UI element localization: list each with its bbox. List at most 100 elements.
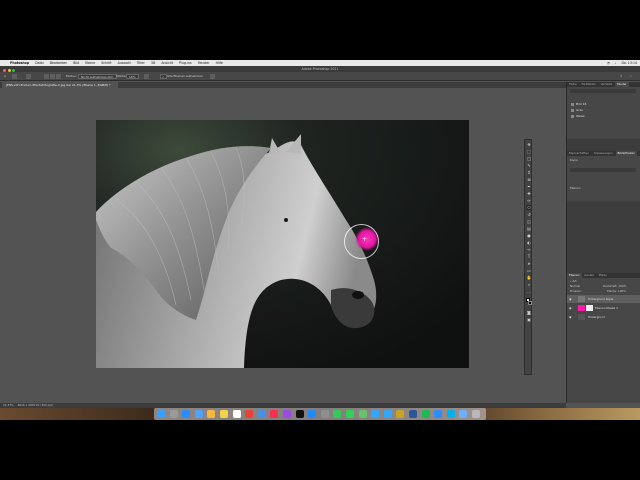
- color-swatches[interactable]: [526, 298, 532, 306]
- gradient-tool-icon[interactable]: ▤: [526, 226, 532, 231]
- spotify-icon[interactable]: [421, 410, 430, 418]
- calendar-icon[interactable]: [232, 410, 241, 418]
- menu-plugins[interactable]: Plug-ins: [179, 61, 192, 65]
- library-search-field[interactable]: [570, 168, 636, 172]
- sample-options[interactable]: [44, 72, 62, 80]
- search-icon[interactable]: ⌕: [615, 61, 617, 65]
- type-tool-icon[interactable]: T: [526, 254, 532, 259]
- pressure-icon[interactable]: [144, 72, 150, 80]
- healing-tool-icon[interactable]: ✚: [526, 191, 532, 196]
- finder-icon[interactable]: [157, 410, 165, 418]
- shape-tool-icon[interactable]: ▭: [526, 268, 532, 273]
- eyedropper-tool-icon[interactable]: ✒: [526, 184, 532, 189]
- podcasts-icon[interactable]: [283, 410, 291, 418]
- tab-farbfelder[interactable]: Farbfelder: [580, 82, 598, 86]
- marquee-tool-icon[interactable]: ⬚: [526, 149, 532, 154]
- blend-mode-select[interactable]: Normal: [570, 284, 580, 288]
- menu-ebene[interactable]: Ebene: [85, 61, 95, 65]
- tab-anpassungen[interactable]: Anpassungen: [592, 151, 615, 155]
- menu-bearbeiten[interactable]: Bearbeiten: [50, 61, 68, 65]
- search-panel-icon[interactable]: ⌕: [630, 72, 632, 80]
- files-icon[interactable]: [257, 410, 266, 418]
- sample-all-layers-checkbox[interactable]: ✓: [160, 72, 167, 80]
- tool-preset-picker[interactable]: [12, 72, 18, 80]
- visibility-eye-icon[interactable]: ◉: [569, 295, 572, 303]
- trash-icon[interactable]: [472, 410, 480, 418]
- document-tab[interactable]: JENS+KH-Enduro-Pferdefotografie-2.jpg be…: [2, 82, 118, 88]
- crop-tool-icon[interactable]: ⌗: [526, 170, 532, 175]
- history-brush-tool-icon[interactable]: ↺: [526, 212, 532, 217]
- safari-icon[interactable]: [182, 410, 191, 418]
- word-icon[interactable]: [409, 410, 417, 418]
- appstore-icon[interactable]: [308, 410, 317, 418]
- lightroom-icon[interactable]: [383, 410, 392, 418]
- library-item-bild16[interactable]: Bild 16: [571, 102, 586, 106]
- notes-icon[interactable]: [220, 410, 228, 418]
- modus-select[interactable]: Nicht aufnehmen-Um.: [78, 72, 118, 80]
- bridge-icon[interactable]: [396, 410, 405, 418]
- eraser-tool-icon[interactable]: ◫: [526, 219, 532, 224]
- visibility-eye-icon[interactable]: ◉: [569, 313, 572, 321]
- library-item-grau[interactable]: Grau: [571, 108, 583, 112]
- tv-icon[interactable]: [295, 410, 304, 418]
- share-icon[interactable]: ⇪: [620, 72, 623, 80]
- blur-tool-icon[interactable]: ●: [526, 233, 532, 238]
- menu-ansicht[interactable]: Ansicht: [161, 61, 173, 65]
- menu-fenster[interactable]: Fenster: [198, 61, 210, 65]
- menu-hilfe[interactable]: Hilfe: [216, 61, 223, 65]
- home-icon[interactable]: ⌂: [4, 72, 6, 80]
- brush-preset-picker[interactable]: [26, 72, 32, 80]
- launchpad-icon[interactable]: [169, 410, 178, 418]
- path-select-tool-icon[interactable]: ➤: [526, 261, 532, 266]
- fill-control[interactable]: Fläche: 100%: [607, 289, 626, 293]
- swatch-search-field[interactable]: [570, 89, 636, 93]
- menu-datei[interactable]: Datei: [35, 61, 44, 65]
- staerke-field[interactable]: 16%: [126, 72, 139, 80]
- library-item-weiss[interactable]: Weiss: [571, 114, 585, 118]
- quick-select-tool-icon[interactable]: ✎: [526, 163, 532, 168]
- menu-schrift[interactable]: Schrift: [101, 61, 111, 65]
- document-size[interactable]: 6016 x 4000 Px (300 ppi): [18, 403, 54, 407]
- chrome-icon[interactable]: [245, 410, 254, 418]
- layer-row-hintergrund[interactable]: ◉ Hintergrund: [567, 313, 640, 321]
- menu-auswahl[interactable]: Auswahl: [118, 61, 131, 65]
- menu-3d[interactable]: 3D: [151, 61, 155, 65]
- menu-clock[interactable]: Do. 13:14: [621, 61, 637, 65]
- mail-icon[interactable]: [194, 410, 203, 418]
- stamp-tool-icon[interactable]: ⎔: [526, 205, 532, 210]
- settings-icon[interactable]: [320, 410, 329, 418]
- tab-pfade[interactable]: Pfade: [597, 273, 609, 277]
- menu-filter[interactable]: Filter: [137, 61, 145, 65]
- layer-row-hintergrund-kopie[interactable]: ◉ Hintergrund Kopie: [567, 295, 640, 303]
- preview-icon[interactable]: [459, 410, 468, 418]
- facetime-icon[interactable]: [346, 410, 354, 418]
- hand-tool-icon[interactable]: ✋: [526, 275, 532, 280]
- visibility-eye-icon[interactable]: ◉: [569, 304, 572, 312]
- skype-icon[interactable]: [446, 410, 455, 418]
- opacity-control[interactable]: Deckkraft: 100%: [603, 284, 626, 288]
- tab-eigenschaften[interactable]: Eigenschaften: [567, 151, 591, 155]
- layer-filter[interactable]: ⌕ Art: [570, 279, 577, 283]
- tab-verlaeufe[interactable]: Verläufe: [599, 82, 615, 86]
- photoshop-icon[interactable]: [371, 410, 380, 418]
- screen-mode-icon[interactable]: ▣: [526, 317, 532, 322]
- music-icon[interactable]: [270, 410, 279, 418]
- brush-tool-icon[interactable]: ✏: [526, 198, 532, 203]
- canvas-image[interactable]: [96, 120, 469, 368]
- zoom-level[interactable]: 21,33%: [3, 403, 14, 407]
- pen-tool-icon[interactable]: ✑: [526, 247, 532, 252]
- quick-mask-icon[interactable]: ◙: [526, 310, 532, 315]
- more-tools-icon[interactable]: …: [526, 289, 532, 294]
- layer-row-maske[interactable]: ◉ Ebenen Maske 1: [567, 304, 640, 312]
- lasso-tool-icon[interactable]: ◯: [526, 156, 532, 161]
- move-tool-icon[interactable]: ✥: [526, 142, 532, 147]
- dodge-tool-icon[interactable]: ◐: [526, 240, 532, 245]
- photos-icon[interactable]: [207, 410, 216, 418]
- tab-farbe[interactable]: Farbe: [567, 82, 579, 86]
- zoom-tool-icon[interactable]: ⌕: [526, 282, 532, 287]
- menu-bild[interactable]: Bild: [73, 61, 79, 65]
- zoom-icon[interactable]: [434, 410, 443, 418]
- angle-icon[interactable]: [210, 72, 216, 80]
- menu-app[interactable]: Photoshop: [10, 61, 29, 65]
- maps-icon[interactable]: [358, 410, 367, 418]
